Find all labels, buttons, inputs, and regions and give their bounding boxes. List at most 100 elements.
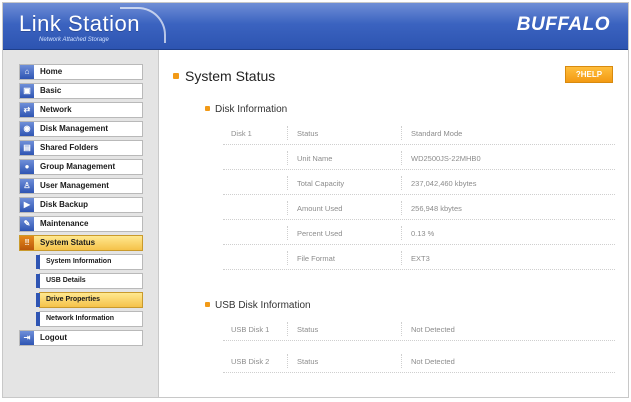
subnav-label: Drive Properties (46, 296, 101, 303)
sidebar-item-label: Home (40, 67, 63, 76)
column-divider (401, 251, 402, 265)
logout-icon: ⇥ (20, 331, 34, 345)
backup-icon: ▶ (20, 198, 34, 212)
table-row: Unit Name WD2500JS-22MHB0 (223, 147, 615, 170)
sidebar-item-home[interactable]: ⌂ Home (19, 64, 143, 80)
orange-bullet-icon (173, 73, 179, 80)
column-divider (401, 354, 402, 368)
column-divider (401, 151, 402, 165)
maintenance-icon: ✎ (20, 217, 34, 231)
subnav-network-information[interactable]: Network Information (36, 311, 143, 327)
page-title-text: System Status (185, 68, 276, 84)
table-row: File Format EXT3 (223, 247, 615, 270)
section-title-text: Disk Information (215, 104, 288, 115)
column-divider (401, 126, 402, 140)
logo-subtitle: Network Attached Storage (39, 37, 109, 43)
sidebar-item-label: Disk Backup (40, 200, 89, 209)
sidebar-item-disk-management[interactable]: ◉ Disk Management (19, 121, 143, 137)
field-name: Total Capacity (297, 179, 345, 188)
disk-label: Disk 1 (231, 129, 252, 138)
usb-disk-label: USB Disk 1 (231, 325, 270, 334)
sidebar-item-label: Shared Folders (40, 143, 99, 152)
sidebar-item-label: Basic (40, 86, 62, 95)
table-row: USB Disk 2 Status Not Detected (223, 350, 615, 373)
sidebar-item-basic[interactable]: ▣ Basic (19, 83, 143, 99)
subnav-usb-details[interactable]: USB Details (36, 273, 143, 289)
column-divider (287, 176, 288, 190)
disk-icon: ◉ (20, 122, 34, 136)
sidebar-nav: ⌂ Home ▣ Basic ⇄ Network ◉ Disk Manageme… (19, 64, 143, 349)
field-value: 0.13 % (411, 229, 435, 238)
sidebar-item-system-status[interactable]: ‼ System Status (19, 235, 143, 251)
field-name: Percent Used (297, 229, 343, 238)
subnav-marker (36, 274, 40, 288)
column-divider (401, 176, 402, 190)
disk-information-heading: Disk Information (205, 104, 287, 115)
basic-icon: ▣ (20, 84, 34, 98)
field-value: 237,042,460 kbytes (411, 179, 477, 188)
page-title: System Status (173, 68, 275, 84)
sidebar-item-logout[interactable]: ⇥ Logout (19, 330, 143, 346)
column-divider (287, 226, 288, 240)
field-name: File Format (297, 254, 335, 263)
app-window: Link Station Network Attached Storage BU… (2, 2, 629, 398)
table-row: USB Disk 1 Status Not Detected (223, 318, 615, 341)
main-content: System Status ?HELP Disk Information Dis… (159, 50, 628, 397)
subnav-marker (36, 312, 40, 326)
help-button[interactable]: ?HELP (565, 66, 613, 83)
subnav-marker (36, 255, 40, 269)
column-divider (287, 201, 288, 215)
orange-bullet-icon (205, 301, 210, 307)
column-divider (287, 322, 288, 336)
column-divider (287, 354, 288, 368)
field-name: Status (297, 325, 319, 334)
sidebar-item-label: System Status (40, 238, 96, 247)
subnav-label: Network Information (46, 315, 115, 322)
column-divider (287, 151, 288, 165)
network-icon: ⇄ (20, 103, 34, 117)
usb-disk-label: USB Disk 2 (231, 357, 270, 366)
sidebar-item-user-management[interactable]: ♙ User Management (19, 178, 143, 194)
subnav-label: USB Details (46, 277, 86, 284)
table-row: Amount Used 256,948 kbytes (223, 197, 615, 220)
table-row: Total Capacity 237,042,460 kbytes (223, 172, 615, 195)
sidebar-item-label: Maintenance (40, 219, 89, 228)
buffalo-brand-logo: BUFFALO (516, 14, 610, 35)
subnav-label: System Information (46, 258, 112, 265)
sidebar-item-label: Logout (40, 333, 68, 342)
usb-disk-information-heading: USB Disk Information (205, 300, 311, 311)
field-value: EXT3 (411, 254, 430, 263)
subnav-system-information[interactable]: System Information (36, 254, 143, 270)
subnav-marker (36, 293, 40, 307)
sidebar: ⌂ Home ▣ Basic ⇄ Network ◉ Disk Manageme… (3, 50, 159, 397)
subnav-drive-properties[interactable]: Drive Properties (36, 292, 143, 308)
column-divider (401, 322, 402, 336)
field-name: Amount Used (297, 204, 343, 213)
user-icon: ♙ (20, 179, 34, 193)
sidebar-item-network[interactable]: ⇄ Network (19, 102, 143, 118)
column-divider (401, 201, 402, 215)
sidebar-item-maintenance[interactable]: ✎ Maintenance (19, 216, 143, 232)
sidebar-item-label: Group Management (40, 162, 116, 171)
field-value: Not Detected (411, 325, 455, 334)
group-icon: ● (20, 160, 34, 174)
table-row: Percent Used 0.13 % (223, 222, 615, 245)
field-name: Unit Name (297, 154, 333, 163)
sidebar-item-label: User Management (40, 181, 109, 190)
field-value: WD2500JS-22MHB0 (411, 154, 481, 163)
sidebar-item-shared-folders[interactable]: ▤ Shared Folders (19, 140, 143, 156)
field-name: Status (297, 129, 319, 138)
orange-bullet-icon (205, 105, 210, 111)
field-name: Status (297, 357, 319, 366)
field-value: Standard Mode (411, 129, 463, 138)
section-title-text: USB Disk Information (215, 300, 311, 311)
sidebar-item-group-management[interactable]: ● Group Management (19, 159, 143, 175)
column-divider (287, 126, 288, 140)
field-value: Not Detected (411, 357, 455, 366)
column-divider (287, 251, 288, 265)
column-divider (401, 226, 402, 240)
table-row: Disk 1 Status Standard Mode (223, 122, 615, 145)
linkstation-logo[interactable]: Link Station Network Attached Storage (19, 7, 170, 43)
logo-swoosh-icon (119, 7, 166, 43)
sidebar-item-disk-backup[interactable]: ▶ Disk Backup (19, 197, 143, 213)
